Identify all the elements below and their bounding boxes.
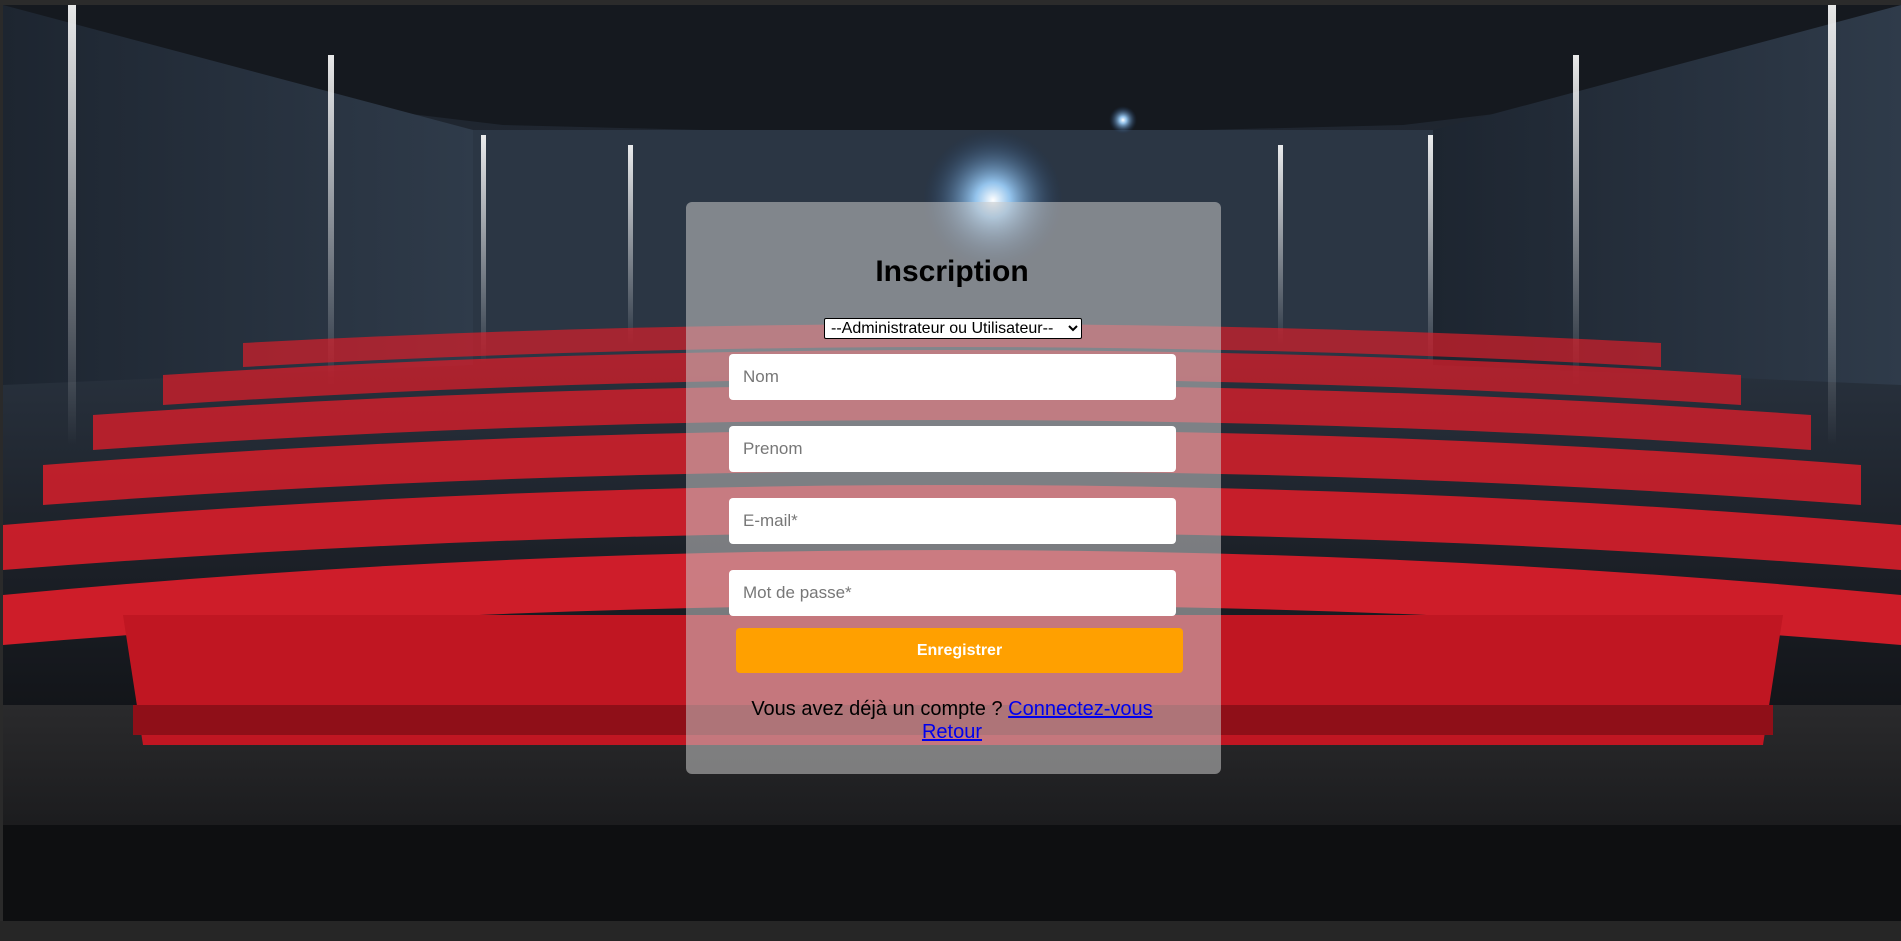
bottom-edge (0, 921, 1901, 941)
account-prompt-text: Vous avez déjà un compte ? (751, 698, 1003, 720)
prenom-input[interactable] (729, 426, 1176, 472)
nom-input[interactable] (729, 354, 1176, 400)
form-title: Inscription (875, 255, 1029, 288)
email-input[interactable] (729, 498, 1176, 544)
password-input[interactable] (729, 570, 1176, 616)
back-link[interactable]: Retour (922, 721, 982, 743)
back-line: Retour (0, 720, 1901, 744)
login-prompt: Vous avez déjà un compte ? Connectez-vou… (0, 697, 1901, 721)
register-button[interactable]: Enregistrer (736, 628, 1183, 673)
login-link[interactable]: Connectez-vous (1008, 698, 1153, 720)
role-select[interactable]: --Administrateur ou Utilisateur-- (824, 318, 1082, 339)
